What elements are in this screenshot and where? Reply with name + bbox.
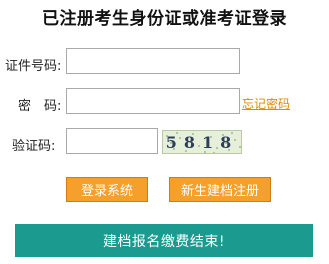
captcha-image[interactable]: 5818: [162, 130, 242, 154]
captcha-label: 验证码:: [12, 139, 56, 154]
id-number-label: 证件号码:: [5, 59, 62, 74]
register-button[interactable]: 新生建档注册: [169, 177, 271, 202]
login-button[interactable]: 登录系统: [66, 177, 148, 202]
forgot-password-link[interactable]: 忘记密码: [242, 95, 290, 112]
captcha-input[interactable]: [66, 128, 158, 154]
password-label: 密 码:: [18, 99, 62, 114]
password-input[interactable]: [66, 88, 240, 114]
captcha-code: 5818: [165, 132, 239, 152]
id-number-input[interactable]: [66, 48, 240, 74]
status-banner[interactable]: 建档报名缴费结束!: [15, 224, 313, 257]
page-title: 已注册考生身份证或准考证登录: [42, 9, 287, 29]
